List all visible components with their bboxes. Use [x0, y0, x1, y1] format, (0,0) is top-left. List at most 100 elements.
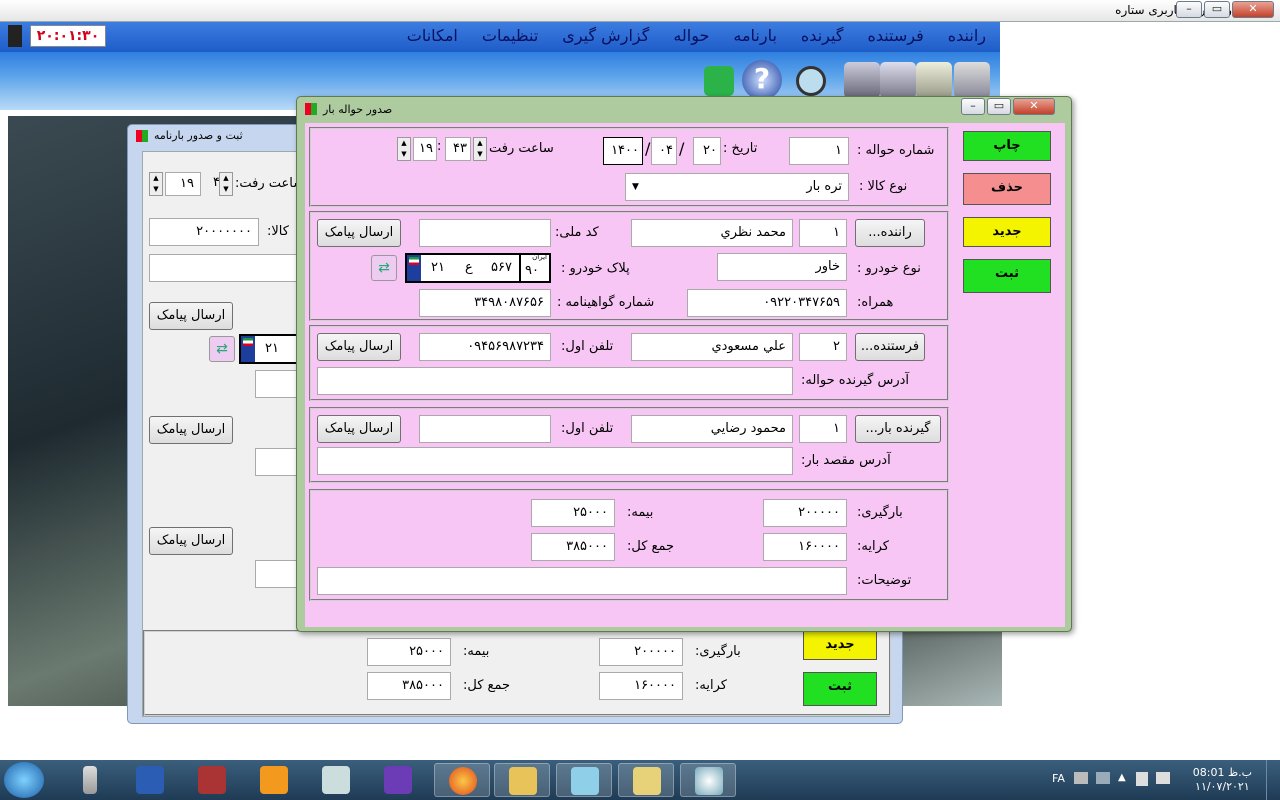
language-indicator[interactable]: FA	[1052, 772, 1065, 785]
sender-button[interactable]: فرستنده...	[855, 333, 925, 361]
battery-icon[interactable]	[1136, 772, 1148, 786]
bill-address-field[interactable]	[149, 254, 299, 282]
taskbar-notepad[interactable]	[556, 763, 612, 797]
bill-loading-field[interactable]: ۲۰۰۰۰۰	[599, 638, 683, 666]
receiver-address-field[interactable]	[317, 447, 793, 475]
keyboard-icon[interactable]	[1074, 772, 1088, 784]
phone-icon[interactable]	[704, 66, 734, 96]
menu-remittance[interactable]: حواله	[673, 26, 709, 45]
remittance-number-field[interactable]: ۱	[789, 137, 849, 165]
show-desktop-button[interactable]	[1266, 760, 1280, 800]
bill-save-button[interactable]: ثبت	[803, 672, 877, 706]
bill-new-button[interactable]: جدید	[803, 630, 877, 660]
menu-reports[interactable]: گزارش گیری	[562, 26, 649, 45]
driver-code-field[interactable]: ۱	[799, 219, 847, 247]
sender-code-field[interactable]: ۲	[799, 333, 847, 361]
media-icon	[198, 766, 226, 794]
menu-bill[interactable]: بارنامه	[733, 26, 777, 45]
receiver-sms-button[interactable]: ارسال پیامک	[317, 415, 401, 443]
bill-field-2[interactable]	[255, 448, 299, 476]
volume-icon[interactable]	[1156, 772, 1170, 784]
new-button[interactable]: جدید	[963, 217, 1051, 247]
search-icon[interactable]	[796, 66, 826, 96]
dialog-maximize-button[interactable]: ▭	[987, 98, 1011, 115]
bill-sms-button-2[interactable]: ارسال پیامک	[149, 416, 233, 444]
taskbar-visual-studio[interactable]	[370, 763, 426, 797]
total-field[interactable]: ۳۸۵۰۰۰	[531, 533, 615, 561]
receiver-name-field[interactable]: محمود رضايي	[631, 415, 793, 443]
month-field[interactable]: ۰۴	[651, 137, 677, 165]
start-button[interactable]	[4, 762, 44, 798]
dialog-minimize-button[interactable]: –	[961, 98, 985, 115]
taskbar-media[interactable]	[184, 763, 240, 797]
save-button[interactable]: ثبت	[963, 259, 1051, 293]
national-id-field[interactable]	[419, 219, 551, 247]
boxes-icon[interactable]	[916, 62, 952, 98]
minute-field[interactable]: ۴۳	[445, 137, 471, 161]
menu-receiver[interactable]: گیرنده	[801, 26, 844, 45]
maximize-button[interactable]: ▭	[1204, 1, 1230, 18]
sender-phone-field[interactable]: ۰۹۴۵۶۹۸۷۲۳۴	[419, 333, 551, 361]
driver-sms-button[interactable]: ارسال پیامک	[317, 219, 401, 247]
hour-field[interactable]: ۱۹	[165, 172, 201, 196]
notes-field[interactable]	[317, 567, 847, 595]
network-icon[interactable]	[1096, 772, 1110, 784]
goods-value-field[interactable]: ۲۰۰۰۰۰۰۰	[149, 218, 259, 246]
taskbar-player[interactable]	[246, 763, 302, 797]
menu-settings[interactable]: تنظیمات	[482, 26, 538, 45]
goods-type-select[interactable]: تره بار ▼	[625, 173, 849, 201]
bill-field-3[interactable]	[255, 560, 299, 588]
warehouse-icon[interactable]	[844, 62, 880, 98]
menu-tools[interactable]: امکانات	[407, 26, 458, 45]
fare-field[interactable]: ۱۶۰۰۰۰	[763, 533, 847, 561]
taskbar-truck-app[interactable]	[618, 763, 674, 797]
bill-sms-button-1[interactable]: ارسال پیامک	[149, 302, 233, 330]
taskbar-microphone[interactable]	[62, 763, 118, 797]
hour-field[interactable]: ۱۹	[413, 137, 437, 161]
insurance-field[interactable]: ۲۵۰۰۰	[531, 499, 615, 527]
building-icon[interactable]	[954, 62, 990, 98]
driver-button[interactable]: راننده...	[855, 219, 925, 247]
taskbar-calculator[interactable]	[308, 763, 364, 797]
arrow-up-icon[interactable]: ▲	[1118, 772, 1128, 784]
minute-spinner[interactable]: ▲ ▼	[473, 137, 487, 161]
minute-spinner[interactable]: ▲ ▼	[219, 172, 233, 196]
bill-sms-button-3[interactable]: ارسال پیامک	[149, 527, 233, 555]
delete-button[interactable]: حذف	[963, 173, 1051, 205]
loading-field[interactable]: ۲۰۰۰۰۰	[763, 499, 847, 527]
bill-total-field[interactable]: ۳۸۵۰۰۰	[367, 672, 451, 700]
minimize-button[interactable]: –	[1176, 1, 1202, 18]
swap-plate-icon[interactable]: ⇄	[371, 255, 397, 281]
taskbar-paint[interactable]	[680, 763, 736, 797]
sender-address-field[interactable]	[317, 367, 793, 395]
taskbar-explorer[interactable]	[494, 763, 550, 797]
hour-spinner[interactable]: ▲ ▼	[397, 137, 411, 161]
taskbar-word[interactable]	[122, 763, 178, 797]
day-field[interactable]: ۲۰	[693, 137, 721, 165]
mobile-field[interactable]: ۰۹۲۲۰۳۴۷۶۵۹	[687, 289, 847, 317]
receiver-phone-field[interactable]	[419, 415, 551, 443]
vehicle-type-field[interactable]: خاور	[717, 253, 847, 281]
bill-swap-plate-icon[interactable]: ⇄	[209, 336, 235, 362]
sender-name-field[interactable]: علي مسعودي	[631, 333, 793, 361]
truck-icon[interactable]	[880, 62, 916, 98]
chevron-down-icon[interactable]: ▼	[632, 174, 639, 200]
bill-fare-field[interactable]: ۱۶۰۰۰۰	[599, 672, 683, 700]
hour-spinner[interactable]: ▲ ▼	[149, 172, 163, 196]
dialog-close-button[interactable]: ✕	[1013, 98, 1055, 115]
receiver-code-field[interactable]: ۱	[799, 415, 847, 443]
receiver-button[interactable]: گیرنده بار...	[855, 415, 941, 443]
help-icon[interactable]: ?	[742, 60, 782, 100]
tray-clock[interactable]: ب.ظ 08:01 ۱۱/۰۷/۲۰۲۱	[1193, 766, 1252, 794]
bill-insurance-field[interactable]: ۲۵۰۰۰	[367, 638, 451, 666]
bill-field-1[interactable]	[255, 370, 299, 398]
close-button[interactable]: ✕	[1232, 1, 1274, 18]
year-field[interactable]: ۱۴۰۰	[603, 137, 643, 165]
license-field[interactable]: ۳۴۹۸۰۸۷۶۵۶	[419, 289, 551, 317]
menu-driver[interactable]: راننده	[948, 26, 986, 45]
taskbar-firefox[interactable]	[434, 763, 490, 797]
print-button[interactable]: چاپ	[963, 131, 1051, 161]
sender-sms-button[interactable]: ارسال پیامک	[317, 333, 401, 361]
menu-sender[interactable]: فرستنده	[867, 26, 923, 45]
driver-name-field[interactable]: محمد نظري	[631, 219, 793, 247]
